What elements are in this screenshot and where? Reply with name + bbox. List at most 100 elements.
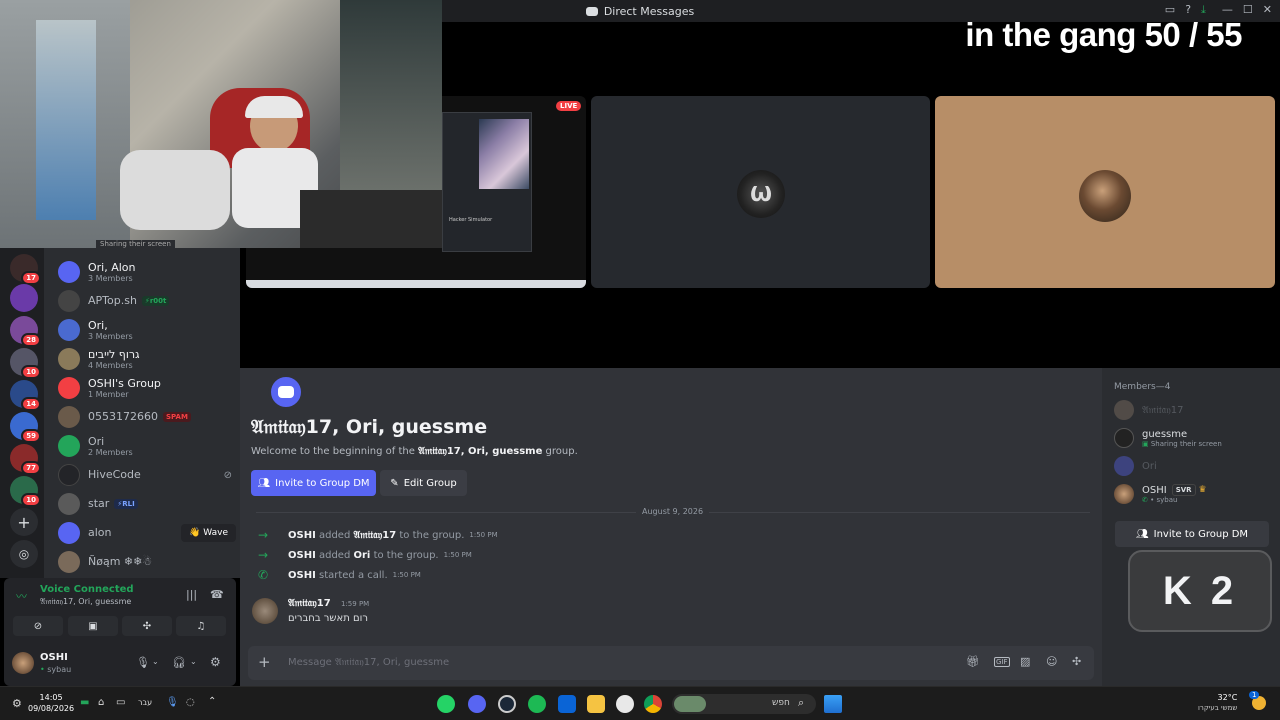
taskbar-search[interactable]: חפש ⌕: [672, 694, 816, 714]
network-icon[interactable]: ⌂: [98, 697, 104, 708]
settings-gear-icon[interactable]: ⚙: [210, 655, 221, 669]
camera-toggle-button[interactable]: ⊘: [13, 616, 63, 636]
dm-item[interactable]: star ⚡RLI: [54, 490, 236, 518]
search-input[interactable]: חפש: [772, 698, 790, 708]
discord-app-icon[interactable]: [468, 695, 486, 713]
dm-item[interactable]: Ori 2 Members: [54, 432, 236, 460]
invite-to-group-dm-button[interactable]: 👥︎ Invite to Group DM: [251, 470, 376, 496]
avatar: [58, 522, 80, 544]
roblox-app-icon[interactable]: [616, 695, 634, 713]
whatsapp-app-icon[interactable]: [437, 695, 455, 713]
chrome-app-icon[interactable]: [644, 695, 662, 713]
help-icon[interactable]: ?: [1185, 3, 1191, 17]
avatar: [1114, 484, 1134, 504]
chevron-down-icon[interactable]: ⌄: [190, 657, 197, 666]
server-badge: 77: [21, 461, 41, 475]
message-author[interactable]: 𝔄𝔪𝔦𝔱𝔞𝔶17: [288, 598, 331, 609]
inbox-icon[interactable]: ▭: [1165, 3, 1175, 17]
weather-widget[interactable]: 32°C שמשי בעיקרו: [1198, 692, 1237, 714]
member-name: guessme: [1142, 428, 1188, 440]
member-item[interactable]: Ori: [1114, 456, 1274, 476]
server-badge: 14: [21, 397, 41, 411]
activities-button[interactable]: ✣: [122, 616, 172, 636]
edit-group-button[interactable]: ✎ Edit Group: [380, 470, 467, 496]
member-status: ▣ Sharing their screen: [1142, 439, 1222, 448]
avatar: [58, 464, 80, 486]
member-name: 𝔄𝔪𝔦𝔱𝔞𝔶17: [1142, 404, 1184, 416]
server-icon[interactable]: 77: [10, 444, 41, 475]
soundboard-button[interactable]: ♫: [176, 616, 226, 636]
soundboard-icon: ♫: [196, 620, 206, 632]
steam-app-icon[interactable]: [498, 695, 516, 713]
user-avatar[interactable]: [12, 652, 34, 674]
chevron-down-icon[interactable]: ⌄: [152, 657, 159, 666]
maximize-button[interactable]: ☐: [1243, 3, 1253, 17]
avatar: [58, 290, 80, 312]
group-avatar-large: [268, 374, 304, 410]
dm-item[interactable]: HiveCode ⊘: [54, 461, 236, 489]
settings-icon[interactable]: ⚙: [12, 697, 22, 710]
participant-tile-oshi[interactable]: [935, 96, 1275, 288]
windows-taskbar: ⚙ 14:05 09/08/2026 ▬ ⌂ ▭ עבר 🎙︎ ◌ ⌃ חפש …: [0, 686, 1280, 720]
group-avatar: [58, 435, 80, 457]
dm-item[interactable]: Ñøąm ❄❄☃: [54, 548, 236, 576]
server-icon[interactable]: 28: [10, 316, 41, 347]
minimize-button[interactable]: —: [1222, 3, 1233, 17]
add-server-icon[interactable]: +: [10, 508, 38, 536]
dm-item[interactable]: OSHI's Group 1 Member: [54, 374, 236, 402]
message-avatar[interactable]: [252, 598, 278, 624]
headphones-icon[interactable]: 🎧︎: [172, 656, 186, 669]
sticker-icon[interactable]: ▨: [1020, 655, 1030, 668]
dm-item[interactable]: גרוף לייבים 4 Members: [54, 345, 236, 373]
file-explorer-app-icon[interactable]: [587, 695, 605, 713]
group-title: 𝔄𝔪𝔦𝔱𝔞𝔶17, Ori, guessme: [251, 416, 488, 438]
disconnect-icon[interactable]: ☎: [210, 588, 224, 601]
dm-item[interactable]: Ori, Alon 3 Members: [54, 258, 236, 286]
server-icon[interactable]: 14: [10, 380, 41, 411]
display-icon[interactable]: ▭: [116, 697, 125, 708]
outlook-app-icon[interactable]: [558, 695, 576, 713]
participant-tile-guessme[interactable]: Ѡ: [591, 96, 930, 288]
mic-tray-icon[interactable]: 🎙︎: [166, 697, 179, 708]
apps-icon[interactable]: ✣: [1072, 655, 1081, 668]
screen-share-button[interactable]: ▣: [68, 616, 118, 636]
avatar: Ѡ: [737, 170, 785, 218]
dm-item[interactable]: 0553172660 SPAM: [54, 403, 236, 431]
chevron-up-icon[interactable]: ⌃: [208, 696, 216, 707]
gif-icon[interactable]: GIF: [994, 657, 1010, 667]
avatar: [58, 406, 80, 428]
discover-icon[interactable]: ◎: [10, 540, 38, 568]
tray-app-icon[interactable]: ◌: [186, 697, 195, 708]
add-attachment-icon[interactable]: +: [258, 653, 271, 671]
timestamp: 1:50 PM: [443, 551, 472, 559]
noise-suppression-icon[interactable]: |||: [186, 588, 197, 601]
battery-icon[interactable]: ▬: [80, 697, 89, 708]
voice-channel[interactable]: 𝔄𝔪𝔦𝔱𝔞𝔶17, Ori, guessme: [40, 597, 131, 607]
server-icon[interactable]: 10: [10, 476, 41, 507]
emoji-icon[interactable]: ☺: [1046, 655, 1057, 668]
message-input[interactable]: Message 𝔄𝔪𝔦𝔱𝔞𝔶17, Ori, guessme: [288, 657, 449, 668]
spotify-app-icon[interactable]: [528, 695, 546, 713]
gift-icon[interactable]: 🎁︎: [966, 655, 980, 668]
member-item[interactable]: 𝔄𝔪𝔦𝔱𝔞𝔶17: [1114, 400, 1274, 420]
server-icon[interactable]: 59: [10, 412, 41, 443]
language-indicator[interactable]: עבר: [138, 698, 152, 707]
server-icon[interactable]: [10, 284, 38, 312]
close-button[interactable]: ✕: [1263, 3, 1272, 17]
server-badge: 28: [21, 333, 41, 347]
dm-item[interactable]: Ori, 3 Members: [54, 316, 236, 344]
dm-item[interactable]: APTop.sh ⚡r00t: [54, 287, 236, 315]
clock[interactable]: 14:05 09/08/2026: [28, 692, 74, 714]
server-icon[interactable]: 17: [10, 254, 41, 285]
message-input-box[interactable]: + Message 𝔄𝔪𝔦𝔱𝔞𝔶17, Ori, guessme 🎁︎ GIF …: [248, 646, 1094, 680]
windows-start-icon[interactable]: [824, 695, 842, 713]
member-item[interactable]: guessme ▣ Sharing their screen: [1114, 428, 1274, 448]
mic-icon[interactable]: 🎙︎: [136, 656, 150, 669]
server-icon[interactable]: 10: [10, 348, 41, 379]
member-invite-button[interactable]: 👥︎ Invite to Group DM: [1115, 521, 1269, 547]
dm-item[interactable]: alon 👋 Wave: [54, 519, 236, 547]
download-icon[interactable]: ⤓: [1201, 3, 1206, 17]
member-item[interactable]: OSHI SVR ♛ ✆ • sybau: [1114, 484, 1274, 504]
voice-status[interactable]: Voice Connected: [40, 584, 134, 595]
wave-button[interactable]: 👋 Wave: [181, 524, 236, 542]
